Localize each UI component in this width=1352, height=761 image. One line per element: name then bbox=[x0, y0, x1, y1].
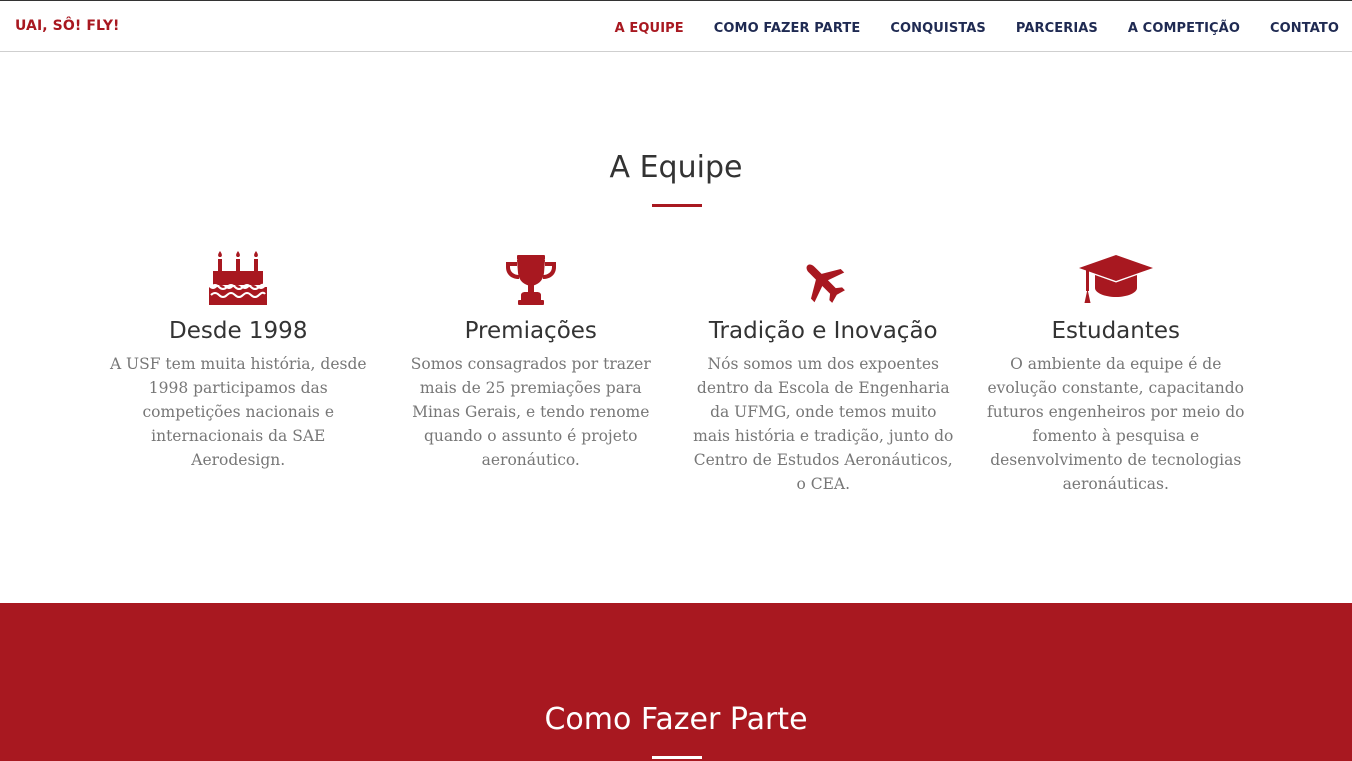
graduation-cap-icon bbox=[985, 245, 1248, 305]
nav-item-parcerias: PARCERIAS bbox=[1016, 19, 1098, 37]
plane-icon bbox=[692, 245, 955, 305]
nav-menu: A EQUIPE COMO FAZER PARTE CONQUISTAS PAR… bbox=[615, 19, 1339, 37]
feature-text: A USF tem muita história, desde 1998 par… bbox=[109, 355, 367, 469]
feature-text: Somos consagrados por trazer mais de 25 … bbox=[410, 355, 651, 469]
nav-item-a-equipe: A EQUIPE bbox=[615, 19, 684, 37]
feature-premiacoes: Premiações Somos consagrados por trazer … bbox=[385, 245, 678, 496]
features-row: Desde 1998 A USF tem muita história, des… bbox=[92, 245, 1262, 496]
nav-item-conquistas: CONQUISTAS bbox=[890, 19, 986, 37]
nav-link-parcerias[interactable]: PARCERIAS bbox=[1016, 21, 1098, 36]
brand-logo-link[interactable]: UAI, SÔ! FLY! bbox=[15, 18, 120, 34]
top-navbar: UAI, SÔ! FLY! A EQUIPE COMO FAZER PARTE … bbox=[0, 0, 1352, 52]
nav-link-conquistas[interactable]: CONQUISTAS bbox=[890, 21, 986, 36]
section-divider bbox=[652, 756, 702, 759]
nav-item-contato: CONTATO bbox=[1270, 19, 1339, 37]
feature-desde-1998: Desde 1998 A USF tem muita história, des… bbox=[92, 245, 385, 496]
nav-link-a-equipe[interactable]: A EQUIPE bbox=[615, 21, 684, 36]
section-divider bbox=[652, 204, 702, 207]
feature-text: O ambiente da equipe é de evolução const… bbox=[987, 355, 1245, 493]
feature-title: Desde 1998 bbox=[169, 318, 308, 344]
feature-title: Premiações bbox=[464, 318, 597, 344]
nav-link-contato[interactable]: CONTATO bbox=[1270, 21, 1339, 36]
section-a-equipe: A Equipe Desde 1998 A USF tem muita hist… bbox=[0, 52, 1352, 603]
section-title-a-equipe: A Equipe bbox=[609, 150, 743, 185]
nav-link-como-fazer-parte[interactable]: COMO FAZER PARTE bbox=[714, 21, 861, 36]
feature-title: Estudantes bbox=[1051, 318, 1181, 344]
section-como-fazer-parte: Como Fazer Parte bbox=[0, 603, 1352, 761]
nav-item-como-fazer-parte: COMO FAZER PARTE bbox=[714, 19, 861, 37]
feature-tradicao-inovacao: Tradição e Inovação Nós somos um dos exp… bbox=[677, 245, 970, 496]
nav-item-a-competicao: A COMPETIÇÃO bbox=[1128, 19, 1240, 37]
section-title-como-fazer-parte: Como Fazer Parte bbox=[544, 702, 808, 737]
feature-title: Tradição e Inovação bbox=[708, 318, 938, 344]
birthday-cake-icon bbox=[107, 245, 370, 305]
trophy-icon bbox=[400, 245, 663, 305]
feature-estudantes: Estudantes O ambiente da equipe é de evo… bbox=[970, 245, 1263, 496]
feature-text: Nós somos um dos expoentes dentro da Esc… bbox=[693, 355, 954, 493]
nav-link-a-competicao[interactable]: A COMPETIÇÃO bbox=[1128, 21, 1240, 36]
